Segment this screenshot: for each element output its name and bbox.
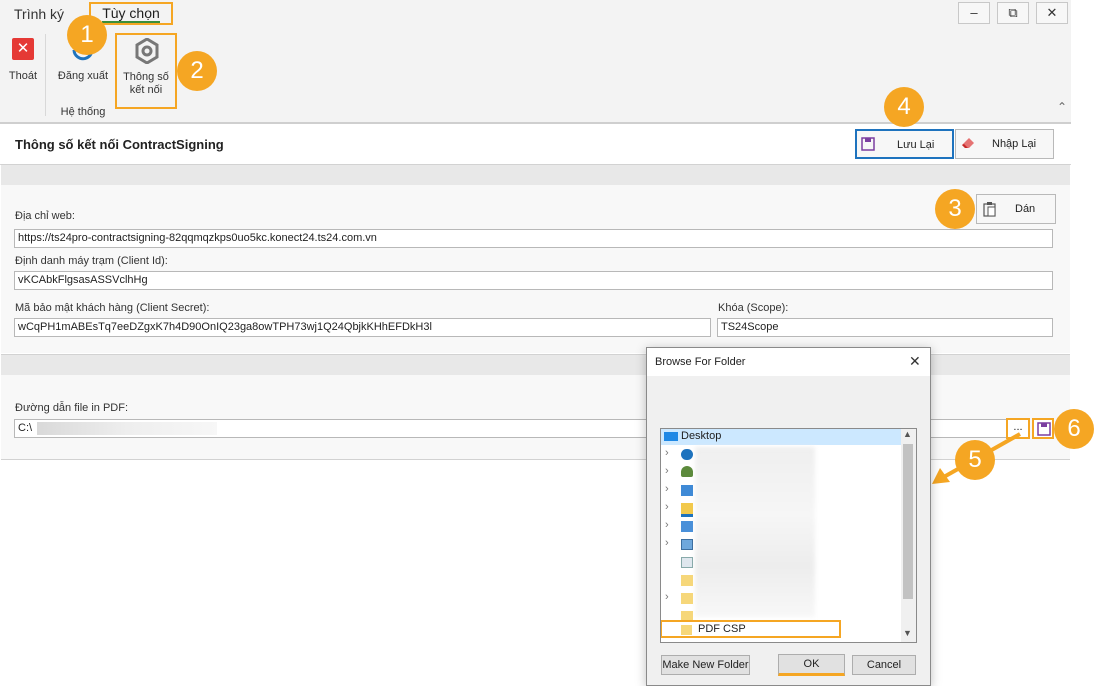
connection-settings-button[interactable]: Thông số kết nối: [115, 33, 177, 109]
step-badge-4: 4: [884, 87, 924, 127]
client-id-label: Định danh máy trạm (Client Id):: [15, 255, 168, 267]
save-icon: [861, 137, 875, 151]
exit-label: Thoát: [8, 70, 38, 82]
expand-chevron-icon[interactable]: ›: [665, 501, 669, 513]
minimize-button[interactable]: –: [958, 2, 990, 24]
close-icon: ✕: [12, 38, 34, 60]
tree-item-pdf-csp[interactable]: PDF CSP: [661, 620, 841, 638]
client-secret-label: Mã bảo mật khách hàng (Client Secret):: [15, 302, 210, 314]
step-badge-6: 6: [1054, 409, 1094, 449]
folder-icon: [681, 625, 692, 635]
scroll-up-icon[interactable]: ▲: [903, 429, 912, 439]
pdf-path-label: Đường dẫn file in PDF:: [15, 402, 129, 414]
pdf-path-value: C:\: [18, 422, 33, 434]
save-label: Lưu Lại: [897, 139, 935, 151]
page-title: Thông số kết nối ContractSigning: [15, 137, 224, 152]
exit-button[interactable]: ✕ Thoát: [2, 34, 44, 86]
blurred-path: [37, 422, 217, 435]
restore-button[interactable]: ⧉: [997, 2, 1029, 24]
scope-input[interactable]: TS24Scope: [717, 318, 1053, 337]
logout-label: Đăng xuất: [57, 70, 109, 82]
tree-scrollbar[interactable]: ▲ ▼: [901, 429, 916, 642]
save-icon: [1037, 422, 1051, 436]
tree-item-label: PDF CSP: [698, 623, 746, 635]
web-address-input[interactable]: https://ts24pro-contractsigning-82qqmqzk…: [14, 229, 1053, 248]
tab-options-label: Tùy chọn: [102, 5, 160, 23]
reset-label: Nhập Lại: [992, 138, 1037, 150]
folder-icon: [681, 593, 693, 604]
eraser-icon: [962, 138, 974, 148]
close-window-button[interactable]: ✕: [1036, 2, 1068, 24]
dialog-close-icon[interactable]: ✕: [909, 353, 921, 370]
expand-chevron-icon[interactable]: ›: [665, 519, 669, 531]
ok-button[interactable]: OK: [778, 654, 845, 676]
client-id-input[interactable]: vKCAbkFlgsasASSVclhHg: [14, 271, 1053, 290]
expand-chevron-icon[interactable]: ›: [665, 483, 669, 495]
folder-icon: [681, 575, 693, 586]
clipboard-icon: [983, 202, 996, 217]
browse-folder-dialog: Browse For Folder ✕ Desktop › › › › › › …: [646, 347, 931, 686]
connection-label-line1: Thông số: [123, 71, 169, 83]
save-path-button[interactable]: [1032, 418, 1054, 439]
tree-root-label: Desktop: [681, 430, 722, 442]
dialog-title: Browse For Folder: [655, 356, 746, 368]
client-secret-input[interactable]: wCqPH1mABEsTq7eeDZgxK7h4D90OnIQ23ga8owTP…: [14, 318, 711, 337]
cancel-button[interactable]: Cancel: [852, 655, 916, 675]
save-button[interactable]: Lưu Lại: [855, 129, 954, 159]
library-icon: [681, 503, 693, 517]
gear-icon: [135, 38, 159, 64]
control-panel-icon: [681, 539, 693, 550]
recycle-bin-icon: [681, 557, 693, 568]
network-icon: [681, 521, 693, 532]
tree-root-row[interactable]: Desktop: [661, 429, 901, 445]
collapse-ribbon-icon[interactable]: ⌃: [1057, 100, 1067, 114]
tab-sign[interactable]: Trình ký: [14, 6, 64, 22]
paste-label: Dán: [1015, 203, 1036, 215]
section-header: [1, 164, 1070, 186]
desktop-icon: [664, 432, 678, 441]
step-badge-5: 5: [955, 440, 995, 480]
scope-label: Khóa (Scope):: [718, 302, 789, 314]
blurred-items: [695, 447, 815, 617]
web-address-label: Địa chỉ web:: [15, 210, 75, 222]
expand-chevron-icon[interactable]: ›: [665, 537, 669, 549]
ribbon-divider: [45, 34, 46, 116]
expand-chevron-icon[interactable]: ›: [665, 591, 669, 603]
expand-chevron-icon[interactable]: ›: [665, 447, 669, 459]
scroll-thumb[interactable]: [903, 444, 913, 599]
make-new-folder-button[interactable]: Make New Folder: [661, 655, 750, 675]
user-icon: [681, 466, 693, 477]
expand-chevron-icon[interactable]: ›: [665, 465, 669, 477]
reset-button[interactable]: Nhập Lại: [955, 129, 1054, 159]
step-badge-1: 1: [67, 15, 107, 55]
cloud-icon: [681, 449, 693, 460]
paste-button[interactable]: Dán: [976, 194, 1056, 224]
folder-tree[interactable]: Desktop › › › › › › › PDF CSP ▲ ▼: [660, 428, 917, 643]
step-badge-2: 2: [177, 51, 217, 91]
connection-label-line2: kết nối: [129, 84, 163, 96]
scroll-down-icon[interactable]: ▼: [903, 628, 912, 638]
group-label: Hệ thống: [60, 106, 106, 118]
computer-icon: [681, 485, 693, 496]
step-badge-3: 3: [935, 189, 975, 229]
